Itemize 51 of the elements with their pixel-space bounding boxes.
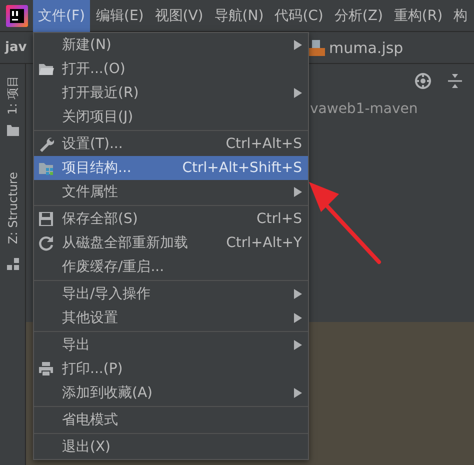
tree-item[interactable]: vaweb1-maven [310, 101, 418, 117]
shortcut-label: Ctrl+Alt+Shift+S [182, 160, 302, 176]
menu-item-label: 打开...(O) [62, 60, 126, 78]
menu-item-label: 打印...(P) [62, 360, 124, 378]
menu-bar-item[interactable]: 分析(Z) [329, 0, 388, 32]
menu-item[interactable]: 保存全部(S) Ctrl+S [34, 207, 308, 231]
menu-item[interactable]: 其他设置 [34, 306, 308, 330]
menu-item-label: 关闭项目(J) [62, 108, 134, 126]
menu-bar-item[interactable]: 文件(F) [33, 0, 90, 32]
menu-item[interactable]: 导出 [34, 333, 308, 357]
menu-bar-item[interactable]: 重构(R) [388, 0, 448, 32]
menu-item-label: 从磁盘全部重新加载 [62, 234, 189, 252]
menu-bar-item[interactable]: 代码(C) [270, 0, 328, 32]
menu-item[interactable]: 作废缓存/重启... [34, 255, 308, 279]
menu-item-label: 导出 [62, 336, 91, 354]
menu-item-label: 添加到收藏(A) [62, 384, 154, 402]
menu-item-label: 作废缓存/重启... [62, 258, 166, 276]
menu-bar-item[interactable]: 视图(V) [150, 0, 208, 32]
editor-tab[interactable]: muma.jsp [329, 38, 404, 56]
menu-item-label: 导出/导入操作 [62, 285, 152, 303]
shortcut-label: Ctrl+Alt+Y [226, 235, 302, 251]
menu-item-label: 文件属性 [62, 183, 119, 201]
menu-item[interactable]: 文件属性 [34, 180, 308, 204]
menu-bar-item[interactable]: 编辑(E) [90, 0, 149, 32]
menu-item[interactable]: 项目结构... Ctrl+Alt+Shift+S [34, 156, 308, 180]
menu-item-label: 退出(X) [62, 438, 112, 456]
menu-item[interactable]: 打开...(O) [34, 57, 308, 81]
menu-item[interactable]: 打印...(P) [34, 357, 308, 381]
menu-item-label: 省电模式 [62, 411, 119, 429]
menu-item[interactable]: 省电模式 [34, 408, 308, 432]
menu-item-label: 其他设置 [62, 309, 119, 327]
menu-item[interactable]: 添加到收藏(A) [34, 381, 308, 405]
menu-bar-item[interactable]: 导航(N) [209, 0, 269, 32]
menu-item-label: 设置(T)... [62, 135, 124, 153]
shortcut-label: Ctrl+S [256, 211, 302, 227]
menu-item[interactable]: 打开最近(R) [34, 81, 308, 105]
menu-bar-item[interactable]: 构 [448, 0, 473, 32]
menu-item[interactable]: 导出/导入操作 [34, 282, 308, 306]
menu-item-label: 打开最近(R) [62, 84, 140, 102]
menu-item[interactable]: 设置(T)... Ctrl+Alt+S [34, 132, 308, 156]
menu-item[interactable]: 新建(N) [34, 33, 308, 57]
tool-window-tab[interactable]: Z: Structure [6, 172, 20, 244]
menu-item-label: 项目结构... [62, 159, 132, 177]
menu-item[interactable]: 关闭项目(J) [34, 105, 308, 129]
menu-item-label: 新建(N) [62, 36, 112, 54]
menu-item-label: 保存全部(S) [62, 210, 139, 228]
editor-tab[interactable]: jav [5, 40, 27, 55]
shortcut-label: Ctrl+Alt+S [226, 136, 302, 152]
menu-item[interactable]: 从磁盘全部重新加载 Ctrl+Alt+Y [34, 231, 308, 255]
menu-item[interactable]: 退出(X) [34, 435, 308, 459]
tool-window-tab[interactable]: 1: 项目 [4, 75, 21, 115]
